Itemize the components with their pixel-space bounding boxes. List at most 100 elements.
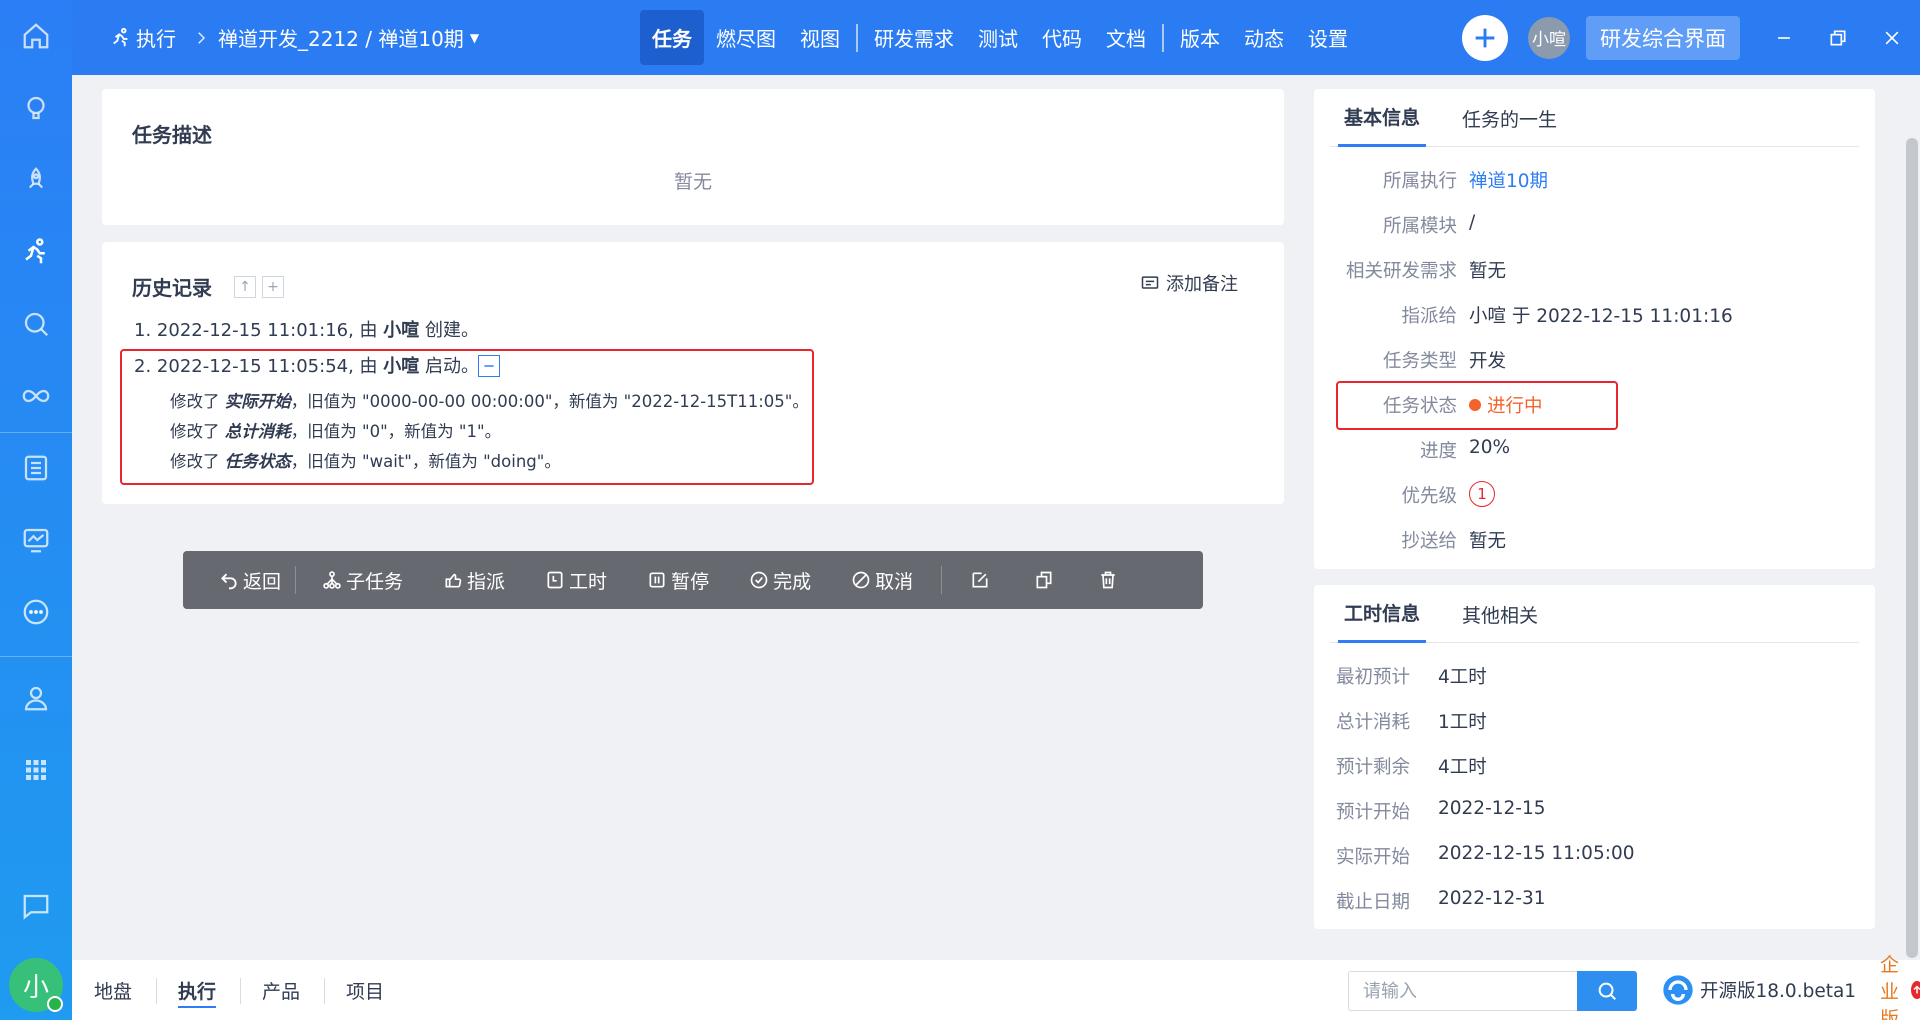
entry-user: 小喧 xyxy=(383,320,420,341)
version-info[interactable]: 开源版18.0.beta1 xyxy=(1662,960,1856,1020)
chat-icon[interactable] xyxy=(0,878,72,934)
change-values: ，旧值为 "wait"，新值为 "doing"。 xyxy=(290,452,561,471)
enterprise-upgrade-link[interactable]: 企业版 xyxy=(1880,954,1920,1020)
page-scrollbar-thumb[interactable] xyxy=(1906,138,1918,958)
running-icon[interactable] xyxy=(0,224,72,280)
add-note-label: 添加备注 xyxy=(1166,274,1238,295)
field-label: 最初预计 xyxy=(1336,667,1411,688)
close-icon[interactable] xyxy=(1872,18,1912,58)
bottom-tab-my[interactable]: 地盘 xyxy=(94,960,132,1020)
portal-switch-button[interactable]: 研发综合界面 xyxy=(1586,15,1740,60)
create-button[interactable] xyxy=(1462,14,1508,61)
add-note-button[interactable]: 添加备注 xyxy=(1140,270,1238,296)
execution-switcher[interactable]: 禅道开发_2212 / 禅道10期 ▼ xyxy=(218,0,479,75)
tab-effort-info[interactable]: 工时信息 xyxy=(1338,585,1427,643)
restore-icon[interactable] xyxy=(1818,18,1858,58)
bottom-divider xyxy=(240,978,241,1004)
description-title: 任务描述 xyxy=(132,123,212,147)
assign-button[interactable]: 指派 xyxy=(417,551,519,609)
apps-icon[interactable] xyxy=(0,742,72,798)
user-icon[interactable] xyxy=(0,670,72,726)
cancel-label: 取消 xyxy=(875,570,914,593)
subtask-button[interactable]: 子任务 xyxy=(296,551,417,609)
field-label: 任务类型 xyxy=(1382,351,1457,372)
search-input[interactable] xyxy=(1348,971,1578,1011)
priority-badge: 1 xyxy=(1469,481,1495,507)
nav-divider xyxy=(1162,23,1164,52)
undo-icon xyxy=(221,573,237,590)
pause-button[interactable]: 暂停 xyxy=(621,551,723,609)
field-label: 所属模块 xyxy=(1382,216,1457,237)
change-detail: 修改了 任务状态，旧值为 "wait"，新值为 "doing"。 xyxy=(170,448,561,472)
effort-info-panel: 工时信息 其他相关 最初预计 4工时 总计消耗 1工时 预计剩余 4工时 预计开… xyxy=(1314,585,1875,929)
delete-button[interactable] xyxy=(1078,551,1142,609)
list-icon[interactable] xyxy=(0,440,72,496)
search-icon xyxy=(1598,982,1616,1000)
bottom-tab-execution[interactable]: 执行 xyxy=(178,960,217,1020)
tab-other-related[interactable]: 其他相关 xyxy=(1462,585,1538,643)
bug-search-icon[interactable] xyxy=(0,296,72,352)
history-title: 历史记录 xyxy=(132,276,212,300)
nav-divider xyxy=(856,23,858,52)
infinity-icon[interactable] xyxy=(0,368,72,424)
plus-icon xyxy=(1475,28,1495,47)
tab-build[interactable]: 版本 xyxy=(1168,10,1232,65)
bottom-tab-project[interactable]: 项目 xyxy=(346,960,384,1020)
monitor-icon[interactable] xyxy=(0,512,72,568)
change-values: ，旧值为 "0"，新值为 "1"。 xyxy=(290,422,502,441)
entry-by: 由 xyxy=(359,320,378,341)
edit-button[interactable] xyxy=(942,551,1014,609)
module-breadcrumb[interactable]: 执行 xyxy=(110,0,176,75)
description-empty: 暂无 xyxy=(673,171,712,193)
expand-all-icon[interactable]: + xyxy=(262,276,284,298)
effort-button[interactable]: 工时 xyxy=(519,551,621,609)
entry-action: 创建。 xyxy=(425,320,480,341)
back-button[interactable]: 返回 xyxy=(183,551,295,609)
search-button[interactable] xyxy=(1577,971,1637,1011)
change-prefix: 修改了 xyxy=(170,422,220,441)
status-badge: 进行中 xyxy=(1469,392,1543,418)
subtask-label: 子任务 xyxy=(346,570,404,593)
field-value: 2022-12-15 xyxy=(1438,798,1546,819)
tab-doc[interactable]: 文档 xyxy=(1094,10,1158,65)
effort-info-tabs: 工时信息 其他相关 xyxy=(1330,585,1859,643)
hand-icon xyxy=(445,573,462,588)
tab-view[interactable]: 视图 xyxy=(788,10,852,65)
lightbulb-icon[interactable] xyxy=(0,80,72,136)
tab-basic-info[interactable]: 基本信息 xyxy=(1338,89,1427,147)
user-avatar-header[interactable]: 小喧 xyxy=(1528,16,1570,59)
tab-dynamic[interactable]: 动态 xyxy=(1232,10,1296,65)
entry-user: 小喧 xyxy=(383,356,420,377)
status-dot xyxy=(1469,399,1481,411)
field-value: 1工时 xyxy=(1438,712,1487,733)
finish-button[interactable]: 完成 xyxy=(723,551,825,609)
entry-by: 由 xyxy=(359,356,378,377)
field-value: 暂无 xyxy=(1469,261,1507,282)
home-icon[interactable] xyxy=(0,8,72,64)
more-icon[interactable] xyxy=(0,584,72,640)
user-avatar[interactable]: 小 xyxy=(9,958,63,1012)
rocket-icon[interactable] xyxy=(0,152,72,208)
tab-test[interactable]: 测试 xyxy=(966,10,1030,65)
ban-icon xyxy=(852,571,870,589)
basic-info-panel: 基本信息 任务的一生 所属执行 禅道10期 所属模块 / 相关研发需求 暂无 指… xyxy=(1314,89,1875,569)
tab-burndown[interactable]: 燃尽图 xyxy=(704,10,788,65)
bottom-tab-product[interactable]: 产品 xyxy=(262,960,300,1020)
tab-story[interactable]: 研发需求 xyxy=(862,10,966,65)
cancel-button[interactable]: 取消 xyxy=(825,551,927,609)
tab-task[interactable]: 任务 xyxy=(640,10,704,65)
field-label: 抄送给 xyxy=(1401,531,1457,552)
sort-up-icon[interactable]: ↑ xyxy=(234,276,256,298)
zentao-logo-icon xyxy=(1663,975,1693,1005)
bottom-divider xyxy=(324,978,325,1004)
tab-task-life[interactable]: 任务的一生 xyxy=(1462,89,1557,147)
collapse-icon[interactable] xyxy=(478,355,500,377)
tab-settings[interactable]: 设置 xyxy=(1296,10,1360,65)
field-label: 实际开始 xyxy=(1336,847,1411,868)
change-prefix: 修改了 xyxy=(170,452,220,471)
tab-code[interactable]: 代码 xyxy=(1030,10,1094,65)
minimize-icon[interactable] xyxy=(1764,18,1804,58)
copy-button[interactable] xyxy=(1014,551,1078,609)
execution-link[interactable]: 禅道10期 xyxy=(1469,167,1548,193)
entry-number: 2. xyxy=(134,356,152,377)
